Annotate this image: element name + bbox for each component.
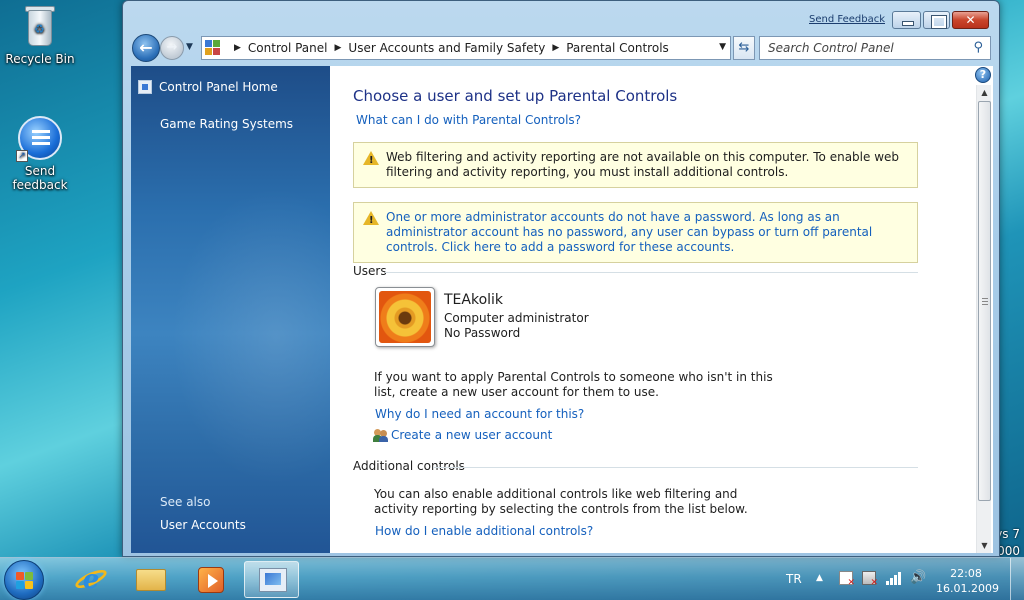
add-user-description: If you want to apply Parental Controls t… bbox=[374, 370, 773, 399]
show-hidden-icons-icon[interactable]: ▲ bbox=[816, 573, 823, 583]
power-icon[interactable] bbox=[862, 571, 878, 588]
address-dropdown-icon[interactable]: ▼ bbox=[719, 42, 726, 52]
warning-icon bbox=[363, 151, 379, 168]
page-title: Choose a user and set up Parental Contro… bbox=[353, 87, 678, 105]
game-rating-systems-link[interactable]: Game Rating Systems bbox=[160, 117, 293, 131]
start-button[interactable] bbox=[4, 560, 44, 600]
control-panel-taskbar-button[interactable] bbox=[244, 561, 299, 598]
search-placeholder: Search Control Panel bbox=[768, 41, 894, 55]
show-desktop-button[interactable] bbox=[1010, 558, 1024, 600]
control-panel-home-label: Control Panel Home bbox=[159, 80, 278, 94]
refresh-button[interactable]: ⇆ bbox=[733, 36, 755, 60]
recycle-bin-label: Recycle Bin bbox=[5, 52, 75, 66]
media-player-taskbar-button[interactable] bbox=[184, 561, 239, 598]
web-filtering-warning-text: Web filtering and activity reporting are… bbox=[386, 150, 900, 179]
forward-button[interactable]: → bbox=[160, 36, 184, 60]
recent-pages-dropdown[interactable]: ▼ bbox=[186, 42, 193, 52]
users-divider bbox=[385, 272, 918, 273]
see-also-heading: See also bbox=[160, 495, 211, 509]
search-input[interactable]: Search Control Panel ⚲ bbox=[759, 36, 991, 60]
breadcrumb-control-panel[interactable]: Control Panel bbox=[248, 41, 328, 55]
volume-icon[interactable]: 🔊 bbox=[910, 571, 926, 585]
control-panel-icon bbox=[259, 568, 287, 592]
breadcrumb-parental-controls[interactable]: Parental Controls bbox=[566, 41, 669, 55]
parental-controls-window: Send Feedback ✕ ← → ▼ ▶ Control Panel ▶ … bbox=[122, 0, 1000, 557]
flower-avatar-icon bbox=[379, 291, 431, 343]
additional-controls-description: You can also enable additional controls … bbox=[374, 487, 748, 516]
additional-controls-heading: Additional controls bbox=[353, 459, 465, 473]
create-user-account-link[interactable]: Create a new user account bbox=[373, 428, 552, 442]
send-feedback-shortcut[interactable]: ↗ Send feedback bbox=[0, 116, 80, 192]
additional-controls-divider bbox=[433, 467, 918, 468]
users-icon bbox=[373, 428, 389, 442]
control-panel-icon bbox=[205, 40, 223, 56]
chevron-right-icon[interactable]: ▶ bbox=[234, 43, 241, 53]
control-panel-home-link[interactable]: Control Panel Home bbox=[138, 80, 278, 94]
network-icon[interactable] bbox=[886, 571, 901, 585]
media-player-icon bbox=[198, 567, 224, 593]
user-account-type: Computer administrator bbox=[444, 311, 589, 325]
warning-icon bbox=[363, 211, 379, 228]
user-accounts-link[interactable]: User Accounts bbox=[160, 518, 246, 532]
vertical-scrollbar[interactable]: ▲ ▼ bbox=[976, 85, 991, 553]
admin-password-warning-text[interactable]: One or more administrator accounts do no… bbox=[386, 210, 872, 254]
scroll-down-icon[interactable]: ▼ bbox=[977, 538, 992, 553]
language-indicator[interactable]: TR bbox=[786, 572, 802, 586]
shortcut-arrow-icon: ↗ bbox=[16, 150, 28, 162]
clock-date: 16.01.2009 bbox=[936, 582, 999, 595]
send-feedback-icon: ↗ bbox=[16, 116, 62, 162]
scroll-up-icon[interactable]: ▲ bbox=[977, 85, 992, 100]
user-password-status: No Password bbox=[444, 326, 521, 340]
enable-additional-controls-link[interactable]: How do I enable additional controls? bbox=[375, 524, 593, 538]
folder-icon bbox=[136, 569, 166, 591]
windows-explorer-taskbar-button[interactable] bbox=[124, 561, 179, 598]
scroll-thumb[interactable] bbox=[978, 101, 991, 501]
users-heading: Users bbox=[353, 264, 387, 278]
parental-controls-help-link[interactable]: What can I do with Parental Controls? bbox=[356, 113, 581, 127]
web-filtering-warning: Web filtering and activity reporting are… bbox=[353, 142, 918, 188]
clock-time: 22:08 bbox=[950, 567, 982, 580]
send-feedback-label-line2: feedback bbox=[12, 178, 68, 192]
back-button[interactable]: ← bbox=[132, 34, 160, 62]
task-pane: Control Panel Home Game Rating Systems S… bbox=[131, 66, 381, 553]
breadcrumb-user-accounts[interactable]: User Accounts and Family Safety bbox=[348, 41, 545, 55]
navigation-bar: ← → ▼ ▶ Control Panel ▶ User Accounts an… bbox=[131, 33, 991, 62]
close-button[interactable]: ✕ bbox=[952, 11, 989, 29]
title-bar[interactable]: Send Feedback ✕ bbox=[123, 1, 999, 33]
internet-explorer-taskbar-button[interactable]: e bbox=[64, 561, 119, 598]
admin-password-warning[interactable]: One or more administrator accounts do no… bbox=[353, 202, 918, 263]
clock[interactable]: 22:08 16.01.2009 bbox=[936, 566, 999, 596]
chevron-right-icon[interactable]: ▶ bbox=[552, 43, 559, 53]
maximize-button[interactable] bbox=[923, 11, 950, 29]
user-avatar[interactable] bbox=[375, 287, 435, 347]
address-bar[interactable]: ▶ Control Panel ▶ User Accounts and Fami… bbox=[201, 36, 731, 60]
create-user-account-label[interactable]: Create a new user account bbox=[391, 428, 552, 442]
help-icon[interactable]: ? bbox=[975, 67, 991, 83]
send-feedback-link[interactable]: Send Feedback bbox=[809, 14, 885, 25]
internet-explorer-icon: e bbox=[82, 565, 100, 595]
chevron-right-icon[interactable]: ▶ bbox=[335, 43, 342, 53]
user-name[interactable]: TEAkolik bbox=[444, 292, 503, 308]
recycle-bin-shortcut[interactable]: ♻ Recycle Bin bbox=[0, 2, 80, 66]
main-content: ? ▲ ▼ Choose a user and set up Parental … bbox=[330, 66, 993, 553]
minimize-button[interactable] bbox=[892, 11, 921, 29]
why-need-account-link[interactable]: Why do I need an account for this? bbox=[375, 407, 584, 421]
windows-logo-icon bbox=[16, 572, 34, 590]
send-feedback-label-line1: Send bbox=[24, 164, 56, 178]
recycle-bin-icon: ♻ bbox=[23, 4, 57, 48]
search-icon[interactable]: ⚲ bbox=[973, 40, 983, 55]
control-panel-home-icon bbox=[138, 80, 152, 94]
taskbar: e TR ▲ 🔊 22:08 16.01.2009 bbox=[0, 557, 1024, 600]
action-center-icon[interactable] bbox=[839, 571, 855, 588]
